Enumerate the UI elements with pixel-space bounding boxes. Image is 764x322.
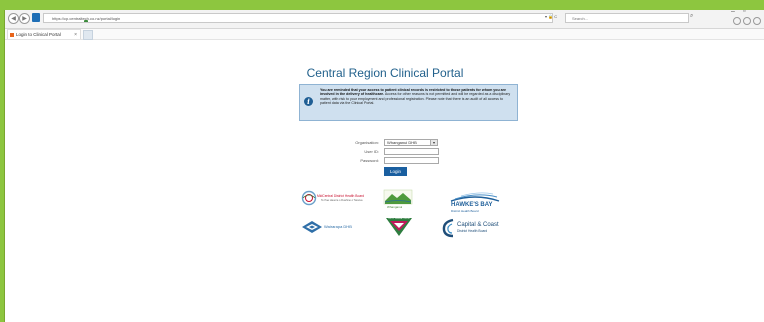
password-input[interactable] xyxy=(384,157,439,164)
search-icon[interactable]: ⌕ xyxy=(690,13,693,20)
capital-coast-emblem-icon xyxy=(442,218,454,238)
midcentral-logo: MidCentral District Health Board Te Pae … xyxy=(301,190,367,206)
midcentral-name: MidCentral District Health Board xyxy=(317,194,365,198)
new-tab-button[interactable] xyxy=(83,30,93,40)
tab-bar: Login to Clinical Portal × xyxy=(5,29,764,40)
tab-favicon-icon xyxy=(10,33,14,37)
lock-icon xyxy=(84,20,88,22)
capital-coast-logo: Capital & Coast District Health Board xyxy=(441,218,503,238)
maximize-icon[interactable]: ▫ xyxy=(743,8,745,15)
organisation-select[interactable]: Whanganui DHB ▾ xyxy=(384,139,438,146)
home-icon[interactable] xyxy=(733,17,741,25)
hutt-valley-emblem-icon xyxy=(386,218,412,236)
capital-coast-sub: District Health Board xyxy=(457,229,488,233)
tab-login[interactable]: Login to Clinical Portal × xyxy=(7,29,81,39)
capital-coast-name: Capital & Coast xyxy=(457,222,499,228)
whanganui-logo: Whanganui xyxy=(383,189,413,209)
login-button[interactable]: Login xyxy=(384,167,407,176)
hawkesbay-name: HAWKE'S BAY xyxy=(451,202,493,208)
info-icon: i xyxy=(304,97,313,106)
wairarapa-logo: Wairarapa DHB xyxy=(302,220,364,236)
browser-window: ◀ ▶ https://cp.centraltech.co.nz/portal/… xyxy=(4,8,764,322)
hutt-valley-logo: HUTT VALLEY DHB xyxy=(385,217,413,239)
whanganui-emblem-icon xyxy=(383,189,413,205)
site-favicon xyxy=(32,13,40,22)
favorites-icon[interactable] xyxy=(743,17,751,25)
midcentral-emblem-icon xyxy=(301,190,317,206)
organisation-value: Whanganui DHB xyxy=(387,140,417,145)
whanganui-name: Whanganui xyxy=(387,205,403,209)
password-label: Password: xyxy=(360,158,379,163)
settings-icon[interactable] xyxy=(753,17,761,25)
midcentral-tagline: Te Pae Hauora o Ruahine o Tararua xyxy=(321,199,363,202)
back-icon[interactable]: ◀ xyxy=(8,13,19,24)
organisation-label: Organisation: xyxy=(355,140,379,145)
hawkesbay-logo: HAWKE'S BAY District Health Board xyxy=(449,190,501,216)
forward-icon[interactable]: ▶ xyxy=(19,13,30,24)
page-title: Central Region Clinical Portal xyxy=(306,66,464,80)
userid-input[interactable] xyxy=(384,148,439,155)
search-input[interactable]: Search... xyxy=(565,13,689,23)
close-icon[interactable]: × xyxy=(74,30,77,40)
wairarapa-emblem-icon xyxy=(302,221,322,233)
wairarapa-name: Wairarapa DHB xyxy=(324,224,352,229)
hutt-valley-name: HUTT VALLEY DHB xyxy=(388,217,410,220)
userid-label: User ID: xyxy=(364,149,379,154)
browser-toolbar: ◀ ▶ https://cp.centraltech.co.nz/portal/… xyxy=(5,8,764,29)
chevron-down-icon[interactable]: ▾ xyxy=(430,140,437,145)
minimize-icon[interactable]: – xyxy=(731,8,735,15)
tab-title: Login to Clinical Portal xyxy=(16,32,61,37)
address-bar[interactable]: https://cp.centraltech.co.nz/portal/logi… xyxy=(43,13,553,23)
access-notice: i You are reminded that your access to p… xyxy=(299,84,518,121)
address-tools[interactable]: ▾ 🔒 C xyxy=(545,14,557,19)
hawkesbay-sub: District Health Board xyxy=(451,209,479,213)
